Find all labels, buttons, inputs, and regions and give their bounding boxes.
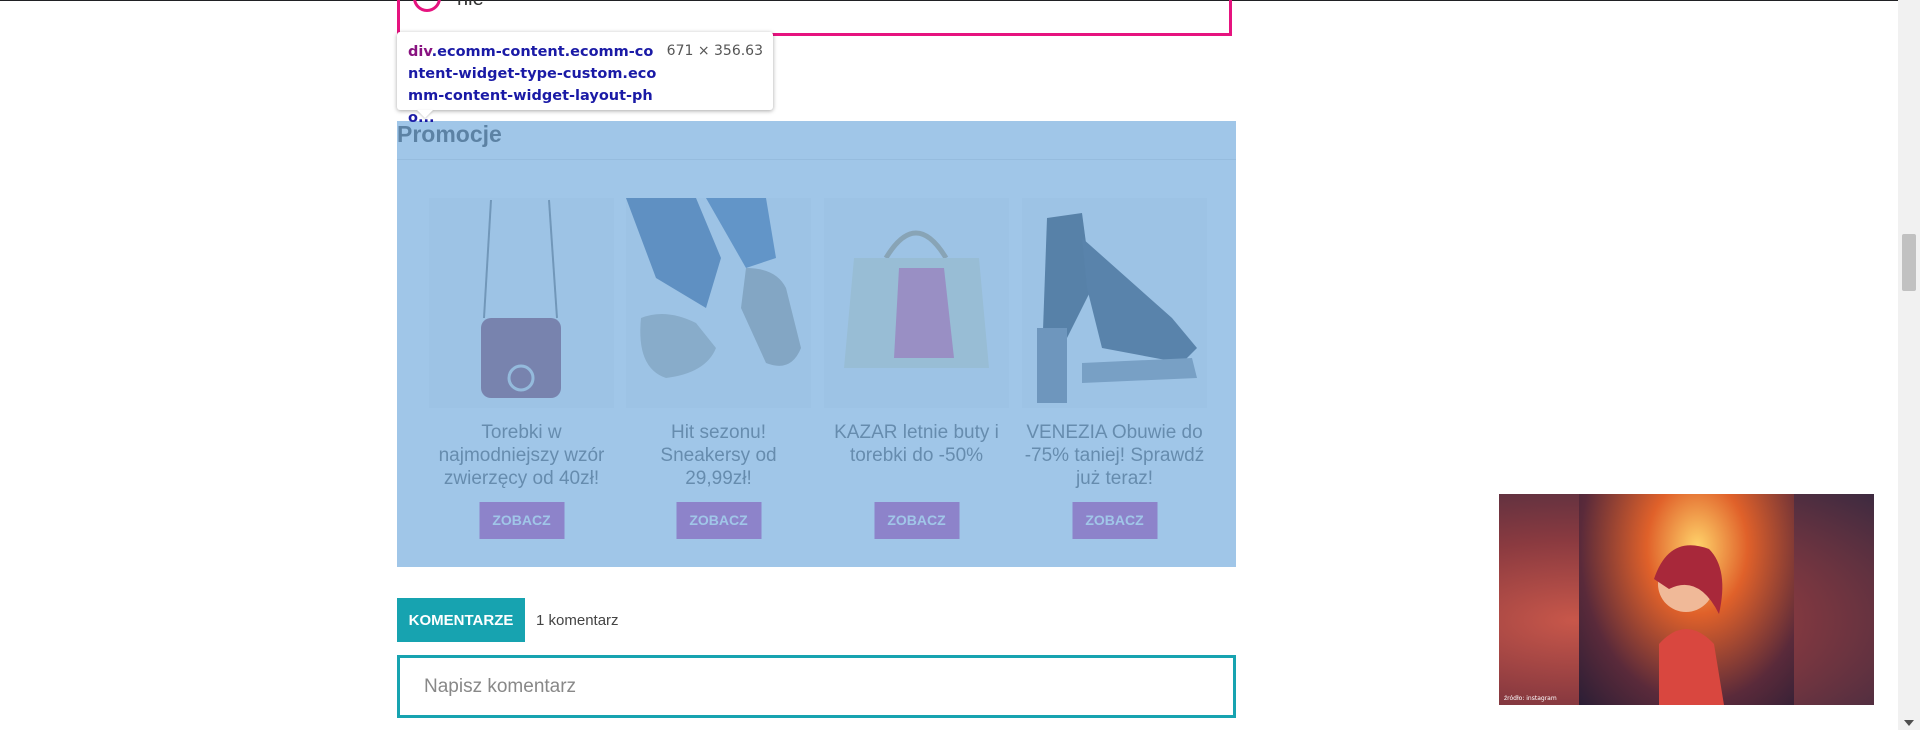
promo-item[interactable]: Torebki w najmodniejszy wzór zwierzęcy o… [429,198,614,558]
promo-item[interactable]: Hit sezonu! Sneakersy od 29,99zł! ZOBACZ [626,198,811,558]
poll-option-box[interactable]: nie [397,0,1232,36]
comments-button[interactable]: KOMENTARZE [397,598,525,642]
promo-section: Promocje Torebki w najmodniejszy wzór zw… [397,121,1236,567]
tooltip-arrow [417,110,433,118]
scrollbar-thumb[interactable] [1902,234,1916,291]
zobacz-button[interactable]: ZOBACZ [676,502,761,539]
tooltip-selector: div.ecomm-content.ecomm-content-widget-t… [408,41,658,129]
comment-input[interactable] [397,655,1236,718]
tooltip-classes: .ecomm-content.ecomm-content-widget-type… [408,44,657,126]
tote-bag-image[interactable] [824,198,1009,408]
handbag-image[interactable] [429,198,614,408]
page-scrollbar[interactable] [1898,0,1920,730]
promo-grid: Torebki w najmodniejszy wzór zwierzęcy o… [429,198,1209,558]
scroll-down-arrow-icon[interactable] [1904,720,1914,726]
promo-item[interactable]: VENEZIA Obuwie do -75% taniej! Sprawdź j… [1022,198,1207,558]
radio-button[interactable] [413,0,441,12]
devtools-inspect-tooltip: div.ecomm-content.ecomm-content-widget-t… [397,32,773,126]
promo-divider [397,159,1236,160]
zobacz-button[interactable]: ZOBACZ [479,502,564,539]
comments-count[interactable]: 1 komentarz [536,612,619,629]
promo-item-text: Torebki w najmodniejszy wzór zwierzęcy o… [438,422,605,489]
sneakers-image[interactable] [626,198,811,408]
floating-video-player[interactable]: źródło: instagram [1499,494,1874,705]
video-caption: źródło: instagram [1504,695,1557,702]
promo-item-text: VENEZIA Obuwie do -75% taniej! Sprawdź j… [1024,422,1205,489]
tooltip-dimensions: 671 × 356.63 [666,43,763,59]
promo-item-text: KAZAR letnie buty i torebki do -50% [834,422,999,466]
tooltip-tag: div [408,44,432,60]
promo-item-text: Hit sezonu! Sneakersy od 29,99zł! [660,422,777,489]
zobacz-button[interactable]: ZOBACZ [874,502,959,539]
poll-option-label: nie [457,0,484,11]
promo-item[interactable]: KAZAR letnie buty i torebki do -50% ZOBA… [824,198,1009,558]
video-frame-image [1579,494,1794,705]
sandal-image[interactable] [1022,198,1207,408]
zobacz-button[interactable]: ZOBACZ [1072,502,1157,539]
